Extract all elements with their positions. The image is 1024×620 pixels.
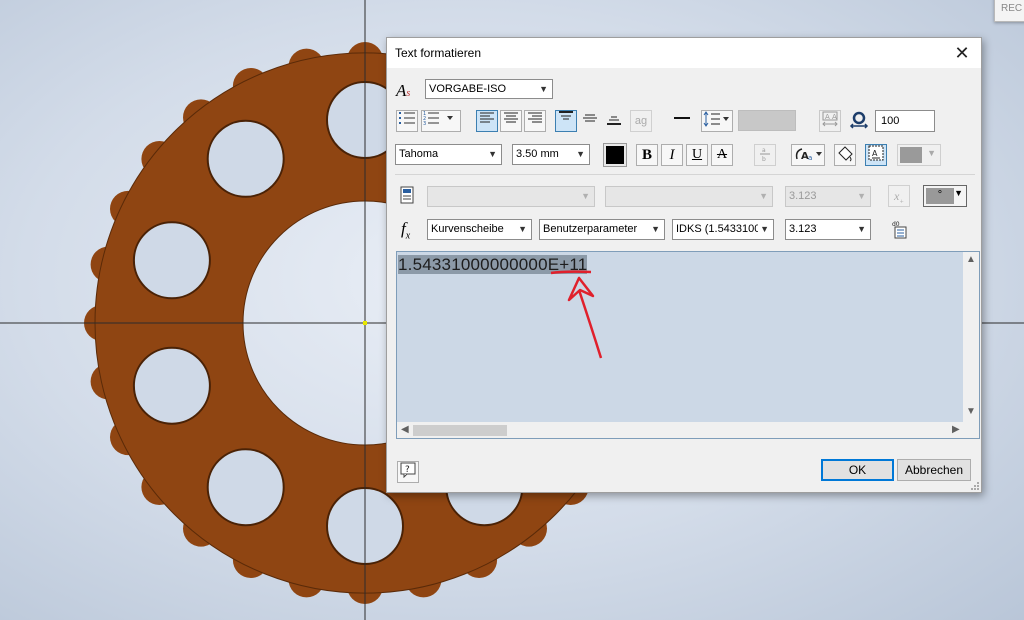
parameter-type-select[interactable]: Benutzerparameter ▼: [539, 219, 665, 240]
text-style-icon: As: [396, 81, 411, 100]
scroll-left-icon[interactable]: ◀: [401, 424, 409, 435]
scroll-thumb[interactable]: [413, 425, 507, 436]
precision-select[interactable]: 3.123 ▼: [785, 219, 871, 240]
scroll-up-icon[interactable]: ▲: [966, 254, 976, 265]
annotation-arrow: [550, 270, 603, 359]
parameter-icon: [399, 186, 415, 207]
text-format-dialog: Text formatieren ✕ As VORGABE-ISO ▼ 123 a…: [386, 37, 982, 493]
svg-text:b: b: [762, 156, 766, 163]
case-change-button[interactable]: Aa: [791, 144, 825, 166]
stack-icon[interactable]: ab: [754, 144, 776, 166]
text-color-button[interactable]: [603, 143, 627, 167]
help-button[interactable]: ?: [397, 461, 419, 483]
svg-text:a: a: [808, 154, 812, 162]
stretch-icon[interactable]: A A: [819, 110, 841, 132]
separator: [395, 174, 975, 175]
scroll-right-icon[interactable]: ▶: [952, 424, 960, 435]
vertical-scrollbar[interactable]: ▲ ▼: [963, 252, 979, 422]
viewcube-tab[interactable]: REC: [994, 0, 1024, 22]
text-frame-button[interactable]: A: [865, 144, 887, 166]
italic-button[interactable]: I: [661, 144, 683, 166]
line-spacing-value-field: [738, 110, 796, 131]
frame-color-select[interactable]: ▼: [897, 144, 941, 166]
font-select[interactable]: Tahoma ▼: [395, 144, 502, 165]
align-center-button[interactable]: [500, 110, 522, 132]
strikethrough-button[interactable]: A: [711, 144, 733, 166]
sprocket-hole: [132, 346, 211, 425]
underline-button[interactable]: U: [686, 144, 708, 166]
bold-button[interactable]: B: [636, 144, 658, 166]
symbol-select[interactable]: ° ▼: [923, 185, 967, 207]
align-right-button[interactable]: [524, 110, 546, 132]
font-size-select[interactable]: 3.50 mm ▼: [512, 144, 590, 165]
align-bottom-button[interactable]: [603, 110, 625, 132]
align-top-button[interactable]: [555, 110, 577, 132]
component-select[interactable]: Kurvenscheibe ▼: [427, 219, 532, 240]
svg-text:3: 3: [423, 121, 426, 125]
fill-button[interactable]: [834, 144, 856, 166]
text-editor[interactable]: 1.54331000000000E+11 ▲ ▼ ◀ ▶: [396, 251, 980, 439]
svg-text:A: A: [872, 149, 878, 158]
tracking-icon: [849, 111, 869, 131]
svg-text:?: ?: [405, 465, 410, 475]
dialog-title: Text formatieren: [395, 46, 482, 60]
scroll-down-icon[interactable]: ▼: [966, 406, 976, 417]
sprocket-hole: [132, 221, 211, 300]
close-icon[interactable]: ✕: [951, 42, 973, 64]
numbered-list-button[interactable]: 123: [421, 110, 461, 132]
spacing-input[interactable]: 100: [875, 110, 935, 132]
horizontal-scrollbar[interactable]: ◀ ▶: [397, 422, 979, 438]
baseline-button[interactable]: ag: [630, 110, 652, 132]
param-source-select[interactable]: ▼: [427, 186, 595, 207]
ok-button[interactable]: OK: [821, 459, 894, 481]
param-precision-select[interactable]: 3.123 ▼: [785, 186, 871, 207]
parameter-select[interactable]: IDKS (1.5433100 ▼: [672, 219, 774, 240]
param-name-select[interactable]: ▼: [605, 186, 773, 207]
line-spacing-button[interactable]: [701, 110, 733, 132]
function-icon: fx: [401, 219, 411, 242]
origin-point: [363, 321, 367, 325]
resize-grip-icon[interactable]: [970, 481, 980, 491]
bullet-list-button[interactable]: [396, 110, 418, 132]
align-middle-button[interactable]: [579, 110, 601, 132]
line-style-button[interactable]: [671, 110, 693, 132]
svg-text:a: a: [762, 147, 766, 154]
sprocket-hole: [206, 119, 285, 198]
insert-parameter-button[interactable]: d0: [888, 218, 910, 240]
align-left-button[interactable]: [476, 110, 498, 132]
cancel-button[interactable]: Abbrechen: [897, 459, 971, 481]
svg-text:A A: A A: [825, 113, 837, 121]
sprocket-hole: [206, 448, 285, 527]
dialog-titlebar: Text formatieren ✕: [387, 38, 981, 68]
style-select[interactable]: VORGABE-ISO ▼: [425, 79, 553, 99]
insert-parameter-icon[interactable]: x+: [888, 185, 910, 207]
selected-text-mantissa[interactable]: 1.54331000000000: [398, 255, 548, 274]
